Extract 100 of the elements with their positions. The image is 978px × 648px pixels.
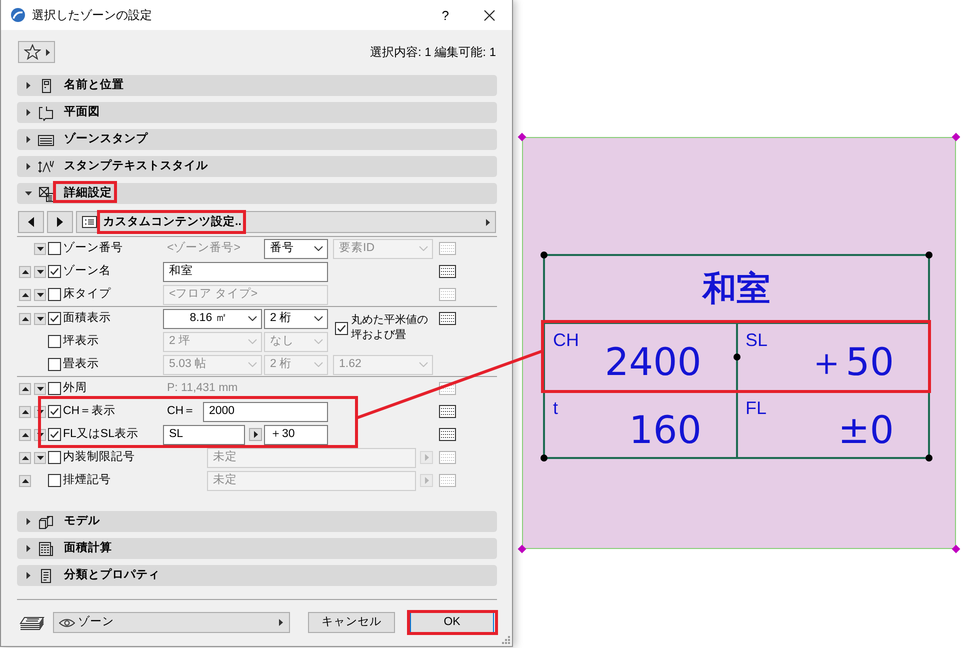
corner-handle-icon[interactable] [952,544,960,554]
dropdown[interactable]: 番号 [264,238,328,258]
move-down-button[interactable] [34,266,46,278]
move-up-button[interactable] [19,288,31,300]
up-triangle-icon [22,270,28,274]
arrow-button[interactable] [249,428,262,441]
checkbox[interactable] [48,265,61,278]
resize-grip-icon[interactable] [501,635,510,644]
corner-handle-icon[interactable] [952,132,960,142]
style-button[interactable] [439,428,456,441]
cubes-icon [38,514,54,530]
param-label: 畳表示 [63,357,100,372]
move-up-button[interactable] [19,474,31,486]
move-down-button[interactable] [34,452,46,464]
down-triangle-icon [36,432,44,436]
section-header[interactable]: スタンプテキストスタイル [17,156,497,177]
selection-handle-icon[interactable] [540,252,548,258]
dropdown[interactable]: 2 桁 [264,308,328,328]
stamp-title: 和室 [702,272,770,306]
text-field[interactable]: 2000 [203,402,328,422]
checkbox[interactable] [335,322,348,334]
down-triangle-icon [36,410,44,414]
move-up-button[interactable] [19,406,31,418]
checkbox[interactable] [48,242,61,255]
section-header[interactable]: ゾーンスタンプ [17,129,497,150]
section-header[interactable]: 面積計算 [17,538,497,559]
grid-icon [439,428,456,441]
move-up-button[interactable] [19,312,31,324]
calculator-icon [38,540,54,556]
next-button[interactable] [47,211,73,233]
dropdown[interactable]: 8.16 ㎡ [163,308,262,328]
chevron-icon [314,362,323,367]
checkbox[interactable] [48,335,61,348]
layer-dropdown[interactable]: ゾーン [53,612,290,633]
up-triangle-icon [22,478,28,482]
corner-handle-icon[interactable] [518,544,526,554]
up-triangle-icon [22,316,28,320]
chevron-icon [248,339,257,344]
move-down-button[interactable] [34,382,46,394]
checkbox[interactable] [48,312,61,325]
dialog-button[interactable]: キャンセル [308,612,395,633]
param-label: ゾーン番号 [63,241,124,256]
corner-handle-icon[interactable] [518,132,526,142]
selection-handle-icon[interactable] [926,454,932,462]
checkbox[interactable] [48,358,61,371]
section-header[interactable]: モデル [17,511,497,532]
selection-handle-icon[interactable] [540,454,548,462]
move-down-button[interactable] [34,242,46,254]
down-triangle-icon [36,386,44,390]
help-button[interactable]: ? [442,8,449,22]
param-label: FL又はSL表示 [63,427,140,442]
checkbox[interactable] [48,474,61,487]
checkbox[interactable] [48,405,61,418]
value-text: CH＝ [166,404,197,419]
move-up-button[interactable] [19,428,31,440]
dialog-button[interactable]: OK [410,612,494,633]
cell-label: FL [746,398,767,418]
close-icon [484,10,495,20]
param-label: 排煙記号 [63,473,112,488]
checkbox[interactable] [48,288,61,301]
text-field[interactable]: ＋30 [264,424,328,444]
cell-value: 2400 [604,343,702,382]
section-header[interactable]: 分類とプロパティ [17,565,497,586]
style-button[interactable] [439,265,456,278]
text-field[interactable]: 和室 [163,262,328,282]
section-header[interactable]: 平面図 [17,102,497,123]
chevron-icon [248,362,257,367]
selection-handle-icon[interactable] [733,354,740,360]
cell-label: CH [553,331,579,351]
move-down-button[interactable] [34,312,46,324]
checkbox[interactable] [48,428,61,441]
section-header[interactable]: 名前と位置 [17,75,497,96]
caret-icon [46,48,50,56]
caret-icon [424,477,428,484]
move-up-button[interactable] [19,452,31,464]
content-set-dropdown[interactable]: カスタムコンテンツ設定.. [76,211,496,233]
cell-value: ±0 [838,410,894,449]
style-button[interactable] [439,405,456,418]
layers-icon [19,614,45,630]
param-label: ゾーン名 [63,264,112,279]
app-logo-icon [11,8,25,22]
selection-handle-icon[interactable] [926,252,932,258]
move-up-button[interactable] [19,266,31,278]
move-up-button[interactable] [19,382,31,394]
style-button[interactable] [439,312,456,325]
close-button[interactable] [484,10,495,20]
caret-icon [279,619,283,626]
down-triangle-icon [36,292,44,296]
checkbox[interactable] [48,451,61,464]
caret-icon [424,454,428,461]
chevron-icon [314,316,323,321]
param-label: 坪表示 [63,334,100,349]
move-down-button[interactable] [34,288,46,300]
checkbox[interactable] [48,382,61,395]
previous-button[interactable] [18,211,44,233]
star-icon [24,44,40,60]
favorites-button[interactable] [18,41,55,63]
section-header[interactable]: 詳細設定 [17,183,497,204]
text-field[interactable]: SL [163,424,245,444]
up-triangle-icon [22,410,28,414]
